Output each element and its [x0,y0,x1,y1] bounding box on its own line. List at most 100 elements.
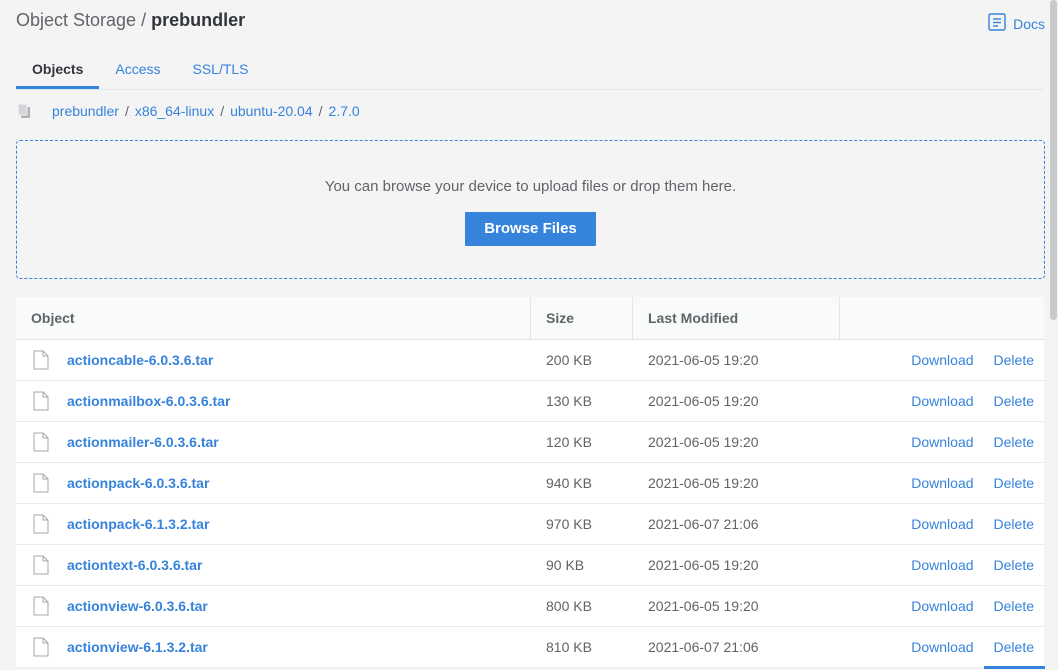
row-actions: Download Delete [840,352,1044,368]
breadcrumb-segment[interactable]: x86_64-linux [135,103,214,119]
file-icon [31,391,51,411]
page-title-prefix: Object Storage / [16,10,147,30]
file-icon [31,637,51,657]
object-size: 940 KB [546,475,592,491]
copy-icon[interactable] [16,103,36,119]
file-icon [31,432,51,452]
object-link[interactable]: actionpack-6.1.3.2.tar [31,514,531,534]
download-button[interactable]: Download [911,475,973,491]
object-link[interactable]: actionmailbox-6.0.3.6.tar [31,391,531,411]
dropzone-message: You can browse your device to upload fil… [324,178,737,195]
table-row: actioncable-6.0.3.6.tar 200 KB 2021-06-05 … [16,340,1044,381]
docs-label: Docs [1013,15,1045,32]
object-last-modified: 2021-06-07 21:06 [648,639,759,655]
delete-button[interactable]: Delete [994,598,1034,614]
breadcrumb-separator: / [124,103,129,119]
delete-button[interactable]: Delete [994,557,1034,573]
download-button[interactable]: Download [911,352,973,368]
scrollbar-thumb[interactable] [1050,0,1057,320]
file-icon [31,596,51,616]
delete-button[interactable]: Delete [994,352,1034,368]
row-actions: Download Delete [840,639,1044,655]
column-header-actions [840,297,1044,339]
table-row: actionmailbox-6.0.3.6.tar 130 KB 2021-06-0… [16,381,1044,422]
object-last-modified: 2021-06-05 19:20 [648,557,759,573]
object-name[interactable]: actiontext-6.0.3.6.tar [67,557,202,573]
download-button[interactable]: Download [911,393,973,409]
object-name[interactable]: actionview-6.1.3.2.tar [67,639,208,655]
table-row: actionpack-6.1.3.2.tar 970 KB 2021-06-07 2… [16,504,1044,545]
object-size: 800 KB [546,598,592,614]
object-last-modified: 2021-06-05 19:20 [648,393,759,409]
upload-dropzone[interactable]: You can browse your device to upload fil… [16,140,1045,279]
row-actions: Download Delete [840,516,1044,532]
file-icon [31,350,51,370]
download-button[interactable]: Download [911,434,973,450]
object-size: 970 KB [546,516,592,532]
table-row: actionview-6.0.3.6.tar 800 KB 2021-06-05 1… [16,586,1044,627]
table-row: actionmailer-6.0.3.6.tar 120 KB 2021-06-05… [16,422,1044,463]
object-size: 200 KB [546,352,592,368]
browse-files-button[interactable]: Browse Files [465,212,596,246]
object-last-modified: 2021-06-07 21:06 [648,516,759,532]
delete-button[interactable]: Delete [994,516,1034,532]
object-name[interactable]: actionpack-6.0.3.6.tar [67,475,209,491]
docs-icon [987,12,1007,35]
docs-link[interactable]: Docs [987,12,1045,35]
object-name[interactable]: actionmailer-6.0.3.6.tar [67,434,219,450]
object-size: 810 KB [546,639,592,655]
breadcrumb-segment[interactable]: prebundler [52,103,119,119]
objects-table: Object Size Last Modified actioncable-6.… [16,297,1044,668]
object-size: 130 KB [546,393,592,409]
column-header-last-modified[interactable]: Last Modified [633,297,840,339]
file-icon [31,473,51,493]
row-actions: Download Delete [840,557,1044,573]
object-link[interactable]: actiontext-6.0.3.6.tar [31,555,531,575]
download-button[interactable]: Download [911,639,973,655]
delete-button[interactable]: Delete [994,434,1034,450]
focus-indicator [984,666,1045,669]
table-row: actionview-6.1.3.2.tar 810 KB 2021-06-07 2… [16,627,1044,668]
object-link[interactable]: actionpack-6.0.3.6.tar [31,473,531,493]
breadcrumb-separator: / [220,103,225,119]
object-link[interactable]: actioncable-6.0.3.6.tar [31,350,531,370]
table-body: actioncable-6.0.3.6.tar 200 KB 2021-06-05 … [16,340,1044,668]
page-title: Object Storage / prebundler [16,10,245,34]
file-icon [31,514,51,534]
scrollbar[interactable] [1048,0,1058,670]
row-actions: Download Delete [840,393,1044,409]
object-link[interactable]: actionview-6.0.3.6.tar [31,596,531,616]
download-button[interactable]: Download [911,598,973,614]
object-last-modified: 2021-06-05 19:20 [648,434,759,450]
row-actions: Download Delete [840,598,1044,614]
delete-button[interactable]: Delete [994,639,1034,655]
breadcrumb: prebundler / x86_64-linux / ubuntu-20.04… [16,101,360,121]
object-link[interactable]: actionmailer-6.0.3.6.tar [31,432,531,452]
download-button[interactable]: Download [911,557,973,573]
object-last-modified: 2021-06-05 19:20 [648,598,759,614]
tab-objects[interactable]: Objects [16,50,100,89]
object-name[interactable]: actioncable-6.0.3.6.tar [67,352,213,368]
column-header-size[interactable]: Size [531,297,633,339]
tab-access[interactable]: Access [99,50,176,89]
column-header-object[interactable]: Object [16,297,531,339]
table-row: actiontext-6.0.3.6.tar 90 KB 2021-06-05 19… [16,545,1044,586]
breadcrumb-segment[interactable]: ubuntu-20.04 [230,103,313,119]
object-name[interactable]: actionview-6.0.3.6.tar [67,598,208,614]
object-size: 90 KB [546,557,585,573]
table-row: actionpack-6.0.3.6.tar 940 KB 2021-06-05 1… [16,463,1044,504]
breadcrumb-separator: / [318,103,323,119]
breadcrumb-segment[interactable]: 2.7.0 [329,103,360,119]
tab-ssl-tls[interactable]: SSL/TLS [176,50,264,89]
row-actions: Download Delete [840,475,1044,491]
object-link[interactable]: actionview-6.1.3.2.tar [31,637,531,657]
object-name[interactable]: actionmailbox-6.0.3.6.tar [67,393,230,409]
delete-button[interactable]: Delete [994,393,1034,409]
object-last-modified: 2021-06-05 19:20 [648,352,759,368]
delete-button[interactable]: Delete [994,475,1034,491]
tab-bar: Objects Access SSL/TLS [16,50,1044,90]
object-last-modified: 2021-06-05 19:20 [648,475,759,491]
download-button[interactable]: Download [911,516,973,532]
object-name[interactable]: actionpack-6.1.3.2.tar [67,516,209,532]
file-icon [31,555,51,575]
